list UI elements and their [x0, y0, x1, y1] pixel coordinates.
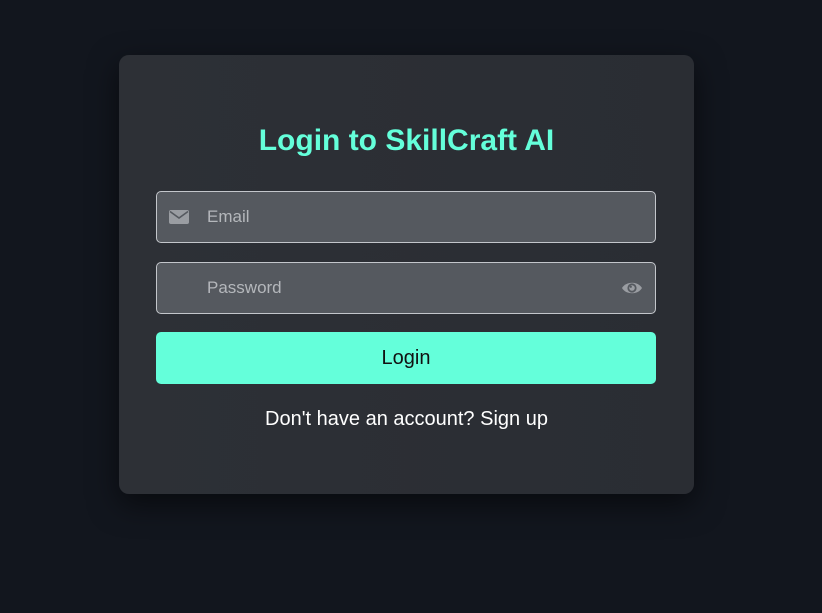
signup-prompt-line: Don't have an account? Sign up: [119, 407, 694, 431]
login-button[interactable]: Login: [156, 332, 656, 384]
page-title: Login to SkillCraft AI: [258, 124, 555, 157]
envelope-icon: [169, 210, 189, 224]
signup-prompt-text: Don't have an account?: [265, 408, 475, 430]
password-field-container[interactable]: [156, 262, 656, 314]
eye-icon[interactable]: [621, 277, 643, 299]
login-card: Login to SkillCraft AI Login Don't have …: [119, 55, 694, 494]
email-input[interactable]: [207, 192, 607, 242]
signup-link[interactable]: Sign up: [480, 408, 548, 430]
password-input[interactable]: [207, 263, 607, 313]
email-field-container[interactable]: [156, 191, 656, 243]
